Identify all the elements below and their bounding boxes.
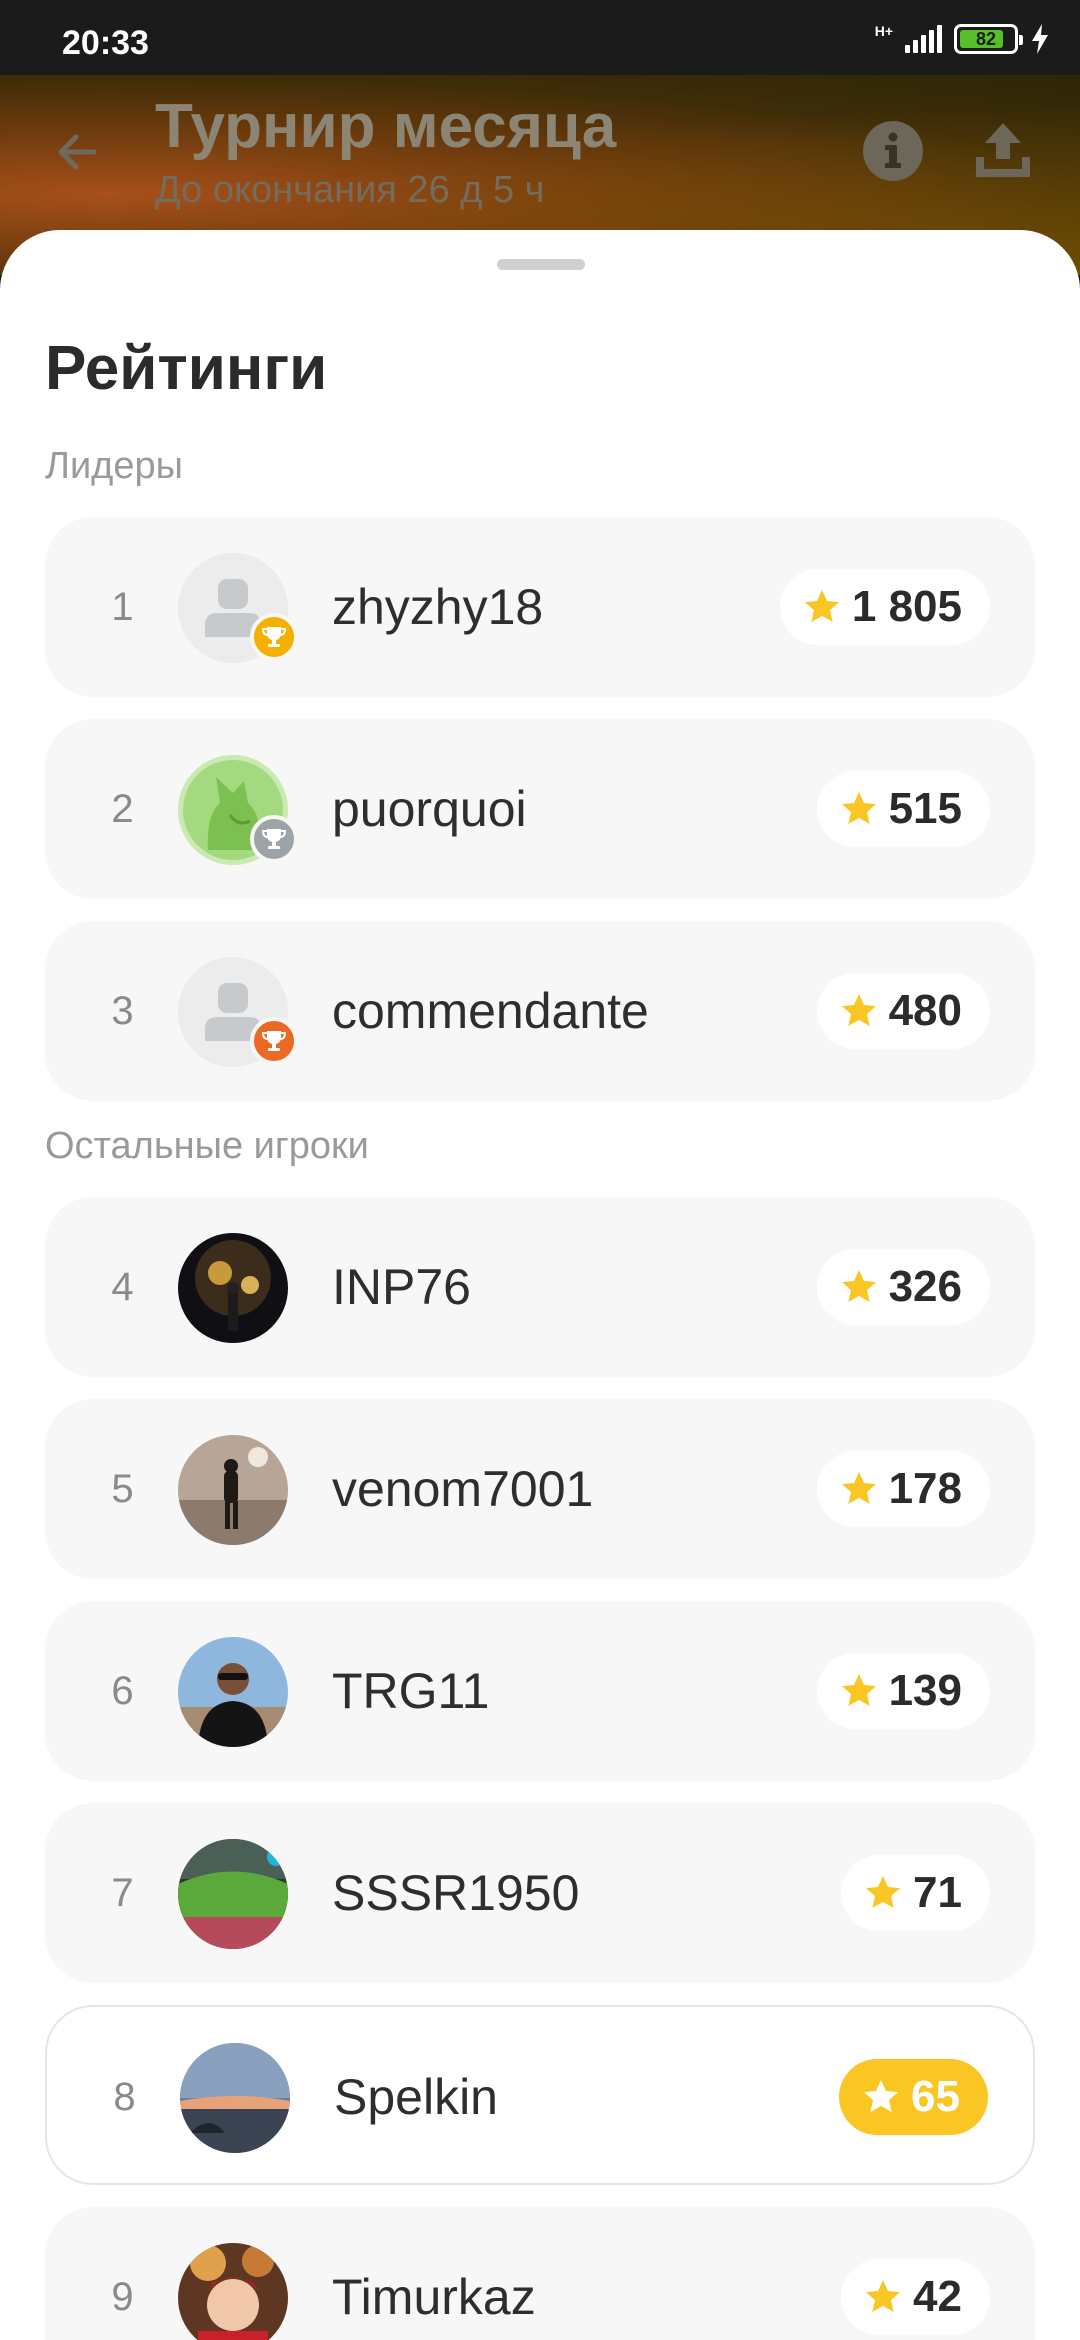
ratings-sheet: Рейтинги Лидеры 1 zhyzhy18 1 805 2 puorq… [0,230,1080,2340]
silver-trophy-icon [250,815,298,863]
user-avatar [178,1233,288,1343]
status-icons: H+ 82 [875,22,1050,56]
leaderboard-row[interactable]: 7 SSSR1950 71 [45,1803,1035,1983]
score-badge: 515 [816,771,990,847]
star-icon [841,1674,876,1706]
leaderboard-row[interactable]: 6 TRG11 139 [45,1601,1035,1781]
star-icon [804,590,839,622]
page-title: Турнир месяца [155,92,617,161]
rank-number: 5 [111,1467,134,1511]
username: Spelkin [334,2069,498,2125]
user-avatar [178,2243,288,2340]
score-value: 178 [888,1464,962,1513]
battery-icon: 82 [954,24,1023,54]
rank-number: 1 [111,585,134,629]
username: Timurkaz [332,2269,536,2325]
leaderboard-row[interactable]: 9 Timurkaz 42 [45,2207,1035,2340]
score-badge-highlighted: 65 [839,2059,988,2135]
leaders-section-label: Лидеры [45,445,183,487]
username: venom7001 [332,1461,594,1517]
network-type: H+ [874,23,893,39]
charging-icon [1032,24,1048,54]
ratings-title: Рейтинги [45,334,328,403]
star-icon [841,1270,876,1302]
star-icon [841,994,876,1026]
user-avatar [178,1435,288,1545]
leaderboard-row-current-user[interactable]: 8 Spelkin 65 [45,2005,1035,2185]
leaderboard-row[interactable]: 3 commendante 480 [45,921,1035,1101]
status-bar: 20:33 H+ 82 [0,0,1080,75]
score-value: 65 [911,2072,960,2121]
username: zhyzhy18 [332,579,544,635]
score-value: 326 [888,1262,962,1311]
info-icon[interactable] [862,120,924,182]
score-value: 1 805 [851,582,962,631]
score-value: 42 [913,2272,962,2321]
star-icon [866,1876,901,1908]
rank-number: 3 [111,989,134,1033]
rank-number: 2 [111,787,134,831]
status-time: 20:33 [62,24,149,62]
share-icon[interactable] [970,117,1036,183]
score-badge: 326 [816,1249,990,1325]
score-badge: 139 [816,1653,990,1729]
score-value: 139 [888,1666,962,1715]
username: puorquoi [332,781,527,837]
battery-percent: 82 [975,28,997,49]
leaderboard-row[interactable]: 2 puorquoi 515 [45,719,1035,899]
score-value: 71 [913,1868,962,1917]
star-icon [866,2280,901,2312]
star-icon [841,792,876,824]
drag-handle[interactable] [497,259,585,270]
username: commendante [332,983,649,1039]
rank-number: 7 [111,1871,134,1915]
star-icon [841,1472,876,1504]
user-avatar [178,1839,288,1949]
star-icon [864,2080,899,2112]
signal-icon [905,25,942,53]
leaderboard-row[interactable]: 4 INP76 326 [45,1197,1035,1377]
time-remaining: До окончания 26 д 5 ч [155,169,545,211]
gold-trophy-icon [250,613,298,661]
score-badge: 480 [816,973,990,1049]
score-badge: 42 [841,2259,990,2335]
score-badge: 178 [816,1451,990,1527]
username: SSSR1950 [332,1865,580,1921]
bronze-trophy-icon [250,1017,298,1065]
leaderboard-row[interactable]: 5 venom7001 178 [45,1399,1035,1579]
username: INP76 [332,1259,471,1315]
user-avatar [178,1637,288,1747]
leaderboard-row[interactable]: 1 zhyzhy18 1 805 [45,517,1035,697]
screen: 20:33 H+ 82 Турнир месяца До окончания 2… [0,0,1080,2340]
others-section-label: Остальные игроки [45,1125,369,1167]
rank-number: 8 [113,2075,136,2119]
score-value: 515 [888,784,962,833]
score-badge: 1 805 [779,569,990,645]
rank-number: 4 [111,1265,134,1309]
rank-number: 6 [111,1669,134,1713]
back-arrow-icon[interactable] [50,125,104,179]
rank-number: 9 [111,2275,134,2319]
username: TRG11 [332,1663,490,1719]
score-badge: 71 [841,1855,990,1931]
score-value: 480 [888,986,962,1035]
user-avatar [180,2043,290,2153]
